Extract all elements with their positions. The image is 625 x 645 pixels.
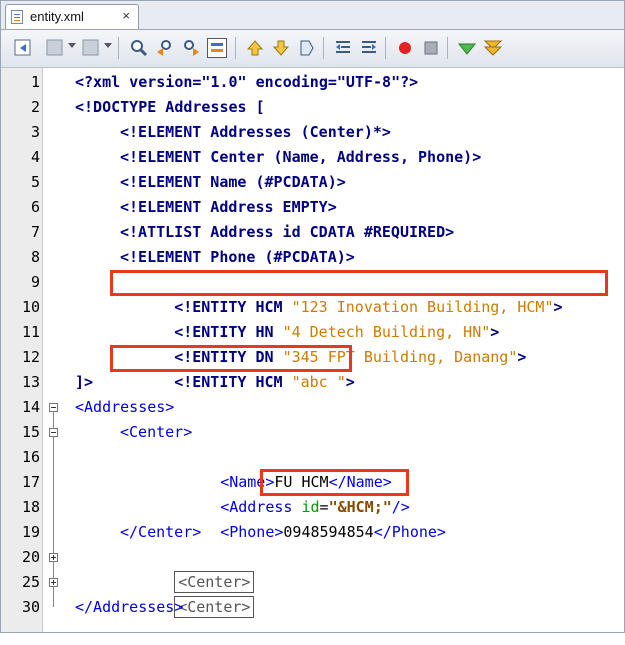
toggle-bookmark-icon[interactable] xyxy=(297,38,317,58)
code-line: </Center> xyxy=(120,523,202,541)
line-number: 18 xyxy=(21,498,40,516)
code-line: ]> xyxy=(75,373,94,391)
code-line: <!ELEMENT Name (#PCDATA)> xyxy=(120,173,346,191)
tab-strip: entity.xml × xyxy=(1,1,624,30)
tag-open: <Phone> xyxy=(220,523,284,541)
line-number: 12 xyxy=(21,348,40,366)
line-number: 15 xyxy=(21,423,40,441)
shift-right-icon[interactable] xyxy=(359,38,379,58)
code-line: <Center> xyxy=(120,423,193,441)
line-number: 3 xyxy=(30,123,40,141)
find-previous-icon[interactable] xyxy=(155,38,175,58)
code-line: <Addresses> xyxy=(75,398,175,416)
line-number: 4 xyxy=(30,148,40,166)
xml-file-icon xyxy=(11,10,23,24)
fold-line xyxy=(53,587,54,607)
editor-window: entity.xml × 1 2 3 4 5 6 7 8 9 10 11 12 … xyxy=(0,0,625,633)
entity-end: > xyxy=(553,298,563,316)
code-line: <?xml version="1.0" encoding="UTF-8"?> xyxy=(75,73,419,91)
next-bookmark-icon[interactable] xyxy=(271,38,291,58)
entity-end: > xyxy=(517,348,527,366)
line-number: 19 xyxy=(21,523,40,541)
fold-expand-icon[interactable] xyxy=(49,578,58,587)
highlight-box xyxy=(260,469,409,496)
code-line: <!ELEMENT Center (Name, Address, Phone)> xyxy=(120,148,482,166)
line-number: 10 xyxy=(21,298,40,316)
fold-column xyxy=(43,68,65,632)
entity-value: "abc " xyxy=(291,373,346,391)
line-number: 16 xyxy=(21,448,40,466)
toolbar-separator xyxy=(118,37,119,59)
line-number: 5 xyxy=(30,173,40,191)
line-number: 9 xyxy=(30,273,40,291)
tab-entity-xml[interactable]: entity.xml × xyxy=(5,4,139,29)
toolbar-separator xyxy=(447,37,448,59)
stop-macro-icon[interactable] xyxy=(421,38,441,58)
tab-label: entity.xml xyxy=(30,9,84,24)
entity-decl: <!ENTITY HCM xyxy=(174,373,292,391)
toolbar-separator xyxy=(235,37,236,59)
line-number-gutter: 1 2 3 4 5 6 7 8 9 10 11 12 13 14 15 16 1… xyxy=(1,68,43,632)
forward-icon[interactable] xyxy=(45,38,65,58)
back-icon[interactable] xyxy=(13,38,33,58)
close-icon[interactable]: × xyxy=(122,8,130,23)
previous-bookmark-icon[interactable] xyxy=(245,38,265,58)
line-number: 8 xyxy=(30,248,40,266)
line-number: 6 xyxy=(30,198,40,216)
line-number: 7 xyxy=(30,223,40,241)
editor-toolbar xyxy=(1,30,624,68)
chevron-down-icon[interactable] xyxy=(104,43,112,48)
shift-left-icon[interactable] xyxy=(333,38,353,58)
code-line: <!ELEMENT Phone (#PCDATA)> xyxy=(120,248,355,266)
fold-collapse-icon[interactable] xyxy=(49,403,58,412)
record-macro-icon[interactable] xyxy=(395,38,415,58)
line-number: 17 xyxy=(21,473,40,491)
toolbar-separator xyxy=(323,37,324,59)
code-line: <!ELEMENT Address EMPTY> xyxy=(120,198,337,216)
toggle-highlight-icon[interactable] xyxy=(207,38,227,58)
toolbar-separator xyxy=(385,37,386,59)
line-number: 2 xyxy=(30,98,40,116)
chevron-down-icon[interactable] xyxy=(68,43,76,48)
validate-xml-icon[interactable] xyxy=(483,38,503,58)
highlight-box xyxy=(110,270,608,296)
fold-collapse-icon[interactable] xyxy=(49,428,58,437)
line-number: 25 xyxy=(21,573,40,591)
find-next-icon[interactable] xyxy=(181,38,201,58)
history-icon[interactable] xyxy=(81,38,101,58)
line-number: 13 xyxy=(21,373,40,391)
element-text: 0948594854 xyxy=(283,523,374,541)
code-line: </Addresses> xyxy=(75,598,184,616)
tag-close: </Phone> xyxy=(373,523,446,541)
find-icon[interactable] xyxy=(129,38,149,58)
line-number: 30 xyxy=(21,598,40,616)
code-line: <!ATTLIST Address id CDATA #REQUIRED> xyxy=(120,223,455,241)
code-line: <!DOCTYPE Addresses [ xyxy=(75,98,265,116)
code-line: <!ELEMENT Addresses (Center)*> xyxy=(120,123,391,141)
line-number: 20 xyxy=(21,548,40,566)
folded-center-block[interactable]: <Center> xyxy=(174,596,255,618)
line-number: 14 xyxy=(21,398,40,416)
highlight-box xyxy=(110,345,352,372)
line-number: 1 xyxy=(30,73,40,91)
entity-end: > xyxy=(345,373,355,391)
check-xml-icon[interactable] xyxy=(457,38,477,58)
fold-line xyxy=(53,437,54,587)
fold-expand-icon[interactable] xyxy=(49,553,58,562)
fold-line xyxy=(53,412,54,428)
line-number: 11 xyxy=(21,323,40,341)
code-area[interactable]: <?xml version="1.0" encoding="UTF-8"?> <… xyxy=(65,68,623,632)
